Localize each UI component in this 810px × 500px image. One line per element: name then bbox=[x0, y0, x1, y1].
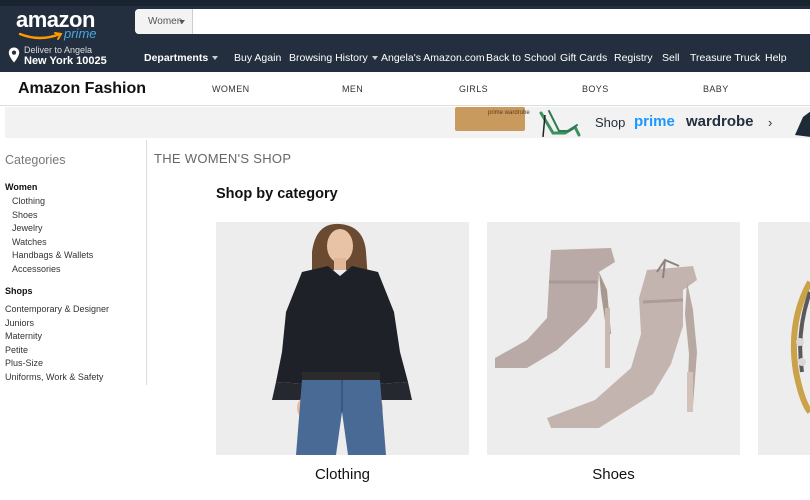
search-scope-dropdown[interactable]: Women bbox=[135, 9, 193, 34]
banner-text-prime: prime bbox=[634, 113, 675, 130]
nav-treasure-truck[interactable]: Treasure Truck bbox=[690, 52, 760, 64]
nav-browsing-history[interactable]: Browsing History bbox=[289, 52, 378, 64]
box-label: prime wardrobe bbox=[488, 110, 530, 116]
blouse-image bbox=[216, 222, 469, 455]
sidebar-item-shoes[interactable]: Shoes bbox=[12, 210, 38, 220]
subnav-men[interactable]: MEN bbox=[342, 84, 363, 94]
amazon-prime-logo[interactable]: amazon prime bbox=[14, 7, 124, 43]
nav-back-to-school[interactable]: Back to School bbox=[486, 52, 556, 64]
top-header: amazon prime Women Deliver to Angela New… bbox=[0, 0, 810, 72]
heels-image bbox=[487, 222, 740, 455]
sidebar-item-plus-size[interactable]: Plus-Size bbox=[5, 358, 43, 368]
prime-wardrobe-banner[interactable]: prime wardrobe Shop prime wardrobe › bbox=[5, 107, 810, 138]
banner-text-wardrobe: wardrobe bbox=[686, 113, 754, 130]
page: amazon prime Women Deliver to Angela New… bbox=[0, 0, 810, 500]
sidebar-item-clothing[interactable]: Clothing bbox=[12, 196, 45, 206]
subnav-women[interactable]: WOMEN bbox=[212, 84, 250, 94]
sidebar-item-handbags[interactable]: Handbags & Wallets bbox=[12, 250, 93, 260]
subnav-girls[interactable]: GIRLS bbox=[459, 84, 488, 94]
category-card-clothing[interactable] bbox=[216, 222, 469, 455]
category-sidebar: Categories Women Clothing Shoes Jewelry … bbox=[0, 140, 147, 385]
nav-help[interactable]: Help bbox=[765, 52, 787, 64]
search-input[interactable] bbox=[195, 9, 805, 34]
fashion-subnav: Amazon Fashion WOMEN MEN GIRLS BOYS BABY bbox=[0, 72, 810, 106]
sidebar-item-uniforms[interactable]: Uniforms, Work & Safety bbox=[5, 372, 103, 382]
nav-gift-cards[interactable]: Gift Cards bbox=[560, 52, 607, 64]
sidebar-item-juniors[interactable]: Juniors bbox=[5, 318, 34, 328]
category-card-shoes[interactable] bbox=[487, 222, 740, 455]
search-scope-label: Women bbox=[148, 16, 183, 27]
smile-arrow-icon bbox=[18, 32, 63, 40]
nav-angelas-amazon[interactable]: Angela's Amazon.com bbox=[381, 52, 485, 64]
sidebar-heading: Categories bbox=[5, 153, 66, 167]
chevron-down-icon bbox=[212, 56, 219, 61]
logo-prime-text: prime bbox=[64, 26, 97, 41]
jewelry-image bbox=[758, 222, 810, 455]
category-card-jewelry[interactable] bbox=[758, 222, 810, 455]
page-title: THE WOMEN'S SHOP bbox=[154, 151, 292, 166]
main-nav: Departments Buy Again Browsing History A… bbox=[0, 52, 810, 68]
nav-sell[interactable]: Sell bbox=[662, 52, 680, 64]
nav-buy-again[interactable]: Buy Again bbox=[234, 52, 281, 64]
sidebar-item-maternity[interactable]: Maternity bbox=[5, 331, 42, 341]
chevron-down-icon bbox=[371, 56, 378, 61]
sidebar-group-shops: Shops bbox=[5, 286, 33, 296]
section-title: Shop by category bbox=[216, 186, 338, 202]
header-strip bbox=[0, 0, 810, 6]
subnav-boys[interactable]: BOYS bbox=[582, 84, 609, 94]
nav-departments[interactable]: Departments bbox=[144, 52, 219, 64]
subnav-baby[interactable]: BABY bbox=[703, 84, 729, 94]
dark-shoe-image bbox=[795, 111, 810, 137]
sidebar-item-jewelry[interactable]: Jewelry bbox=[12, 223, 43, 233]
banner-text-shop: Shop bbox=[595, 115, 626, 130]
chevron-down-icon bbox=[179, 20, 185, 24]
search-bar: Women bbox=[135, 9, 810, 34]
nav-registry[interactable]: Registry bbox=[614, 52, 653, 64]
nav-departments-label: Departments bbox=[144, 52, 209, 64]
sidebar-item-petite[interactable]: Petite bbox=[5, 345, 28, 355]
chevron-right-icon: › bbox=[768, 115, 773, 130]
sidebar-item-watches[interactable]: Watches bbox=[12, 237, 47, 247]
sidebar-group-women[interactable]: Women bbox=[5, 182, 37, 192]
sidebar-item-contemporary[interactable]: Contemporary & Designer bbox=[5, 304, 109, 314]
category-label-clothing[interactable]: Clothing bbox=[216, 466, 469, 483]
green-heels-image bbox=[539, 110, 581, 137]
fashion-store-title[interactable]: Amazon Fashion bbox=[18, 80, 146, 98]
sidebar-item-accessories[interactable]: Accessories bbox=[12, 264, 61, 274]
nav-browsing-history-label: Browsing History bbox=[289, 52, 368, 64]
category-label-shoes[interactable]: Shoes bbox=[487, 466, 740, 483]
